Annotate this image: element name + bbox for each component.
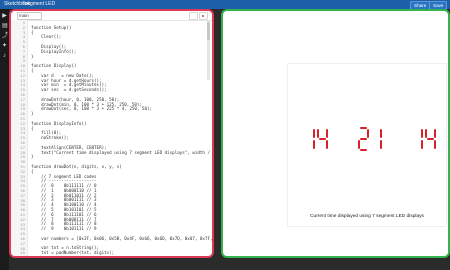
folder-icon[interactable]: ▤ (2, 23, 8, 29)
segment-d (360, 149, 367, 151)
segment-e (358, 140, 360, 149)
seven-segment-digit (304, 127, 315, 151)
editor-toggle-1[interactable] (189, 12, 198, 20)
segment-a (360, 127, 367, 129)
segment-c (421, 140, 423, 149)
preview-panel: Current time displayed using 7 segment L… (221, 9, 450, 258)
segment-g (427, 138, 434, 140)
editor-toggle-2[interactable] (199, 12, 208, 20)
rocket-icon[interactable]: ✦ (2, 43, 7, 49)
segment-c (380, 140, 382, 149)
seven-segment-digit (317, 127, 328, 151)
line-number-gutter: 1 2 3 4 5 6 7 8 9 10 11 12 13 14 15 16 17 18 19 20 21 22 23 24 2… (11, 20, 28, 256)
preview-caption: Current time displayed using 7 segment L… (310, 214, 424, 219)
seven-segment-digit (358, 127, 369, 151)
left-toolbar: ▶ ▤ ⤴ ✦ ♪ (0, 9, 9, 270)
top-bar: Sketchbook 7segment LED Share Save (0, 0, 450, 10)
seven-segment-digit (371, 127, 382, 151)
code-editor[interactable]: main 1 2 3 4 5 6 7 8 9 10 11 12 13 14 15 16 17 18 19 20 21 22… (9, 9, 214, 258)
segment-f (317, 129, 319, 138)
bottom-area (9, 258, 450, 270)
seven-segment-display-row (304, 124, 436, 154)
segment-c (434, 140, 436, 149)
filename-field[interactable]: main (17, 12, 42, 20)
code-line: text("Current time displayed using 7 seg… (41, 149, 210, 155)
segment-g (360, 138, 367, 140)
seven-segment-digit (412, 127, 423, 151)
music-icon[interactable]: ♪ (2, 53, 7, 59)
segment-g (319, 138, 326, 140)
output-canvas: Current time displayed using 7 segment L… (287, 63, 447, 227)
segment-b (380, 129, 382, 138)
segment-f (425, 129, 427, 138)
segment-b (326, 129, 328, 138)
code-line: var numbers = [0x3F, 0x06, 0x5B, 0x4F, 0… (31, 235, 214, 241)
tab-7segment-led[interactable]: 7segment LED (20, 0, 57, 9)
editor-scrollbar[interactable] (207, 20, 210, 80)
seven-segment-digit (425, 127, 436, 151)
hour-digits (304, 127, 328, 151)
red-dot-icon (202, 14, 204, 17)
share-icon[interactable]: ⤴ (2, 33, 8, 39)
segment-c (313, 140, 315, 149)
play-icon[interactable]: ▶ (2, 13, 7, 19)
minute-digits (358, 127, 382, 151)
segment-b (421, 129, 423, 138)
editor-scrollbar-thumb[interactable] (207, 22, 210, 40)
second-digits (412, 127, 436, 151)
segment-c (326, 140, 328, 149)
segment-b (313, 129, 315, 138)
segment-b (434, 129, 436, 138)
segment-b (367, 129, 369, 138)
code-content[interactable]: function Setup(){ Clear(); Display(); Di… (27, 20, 212, 256)
